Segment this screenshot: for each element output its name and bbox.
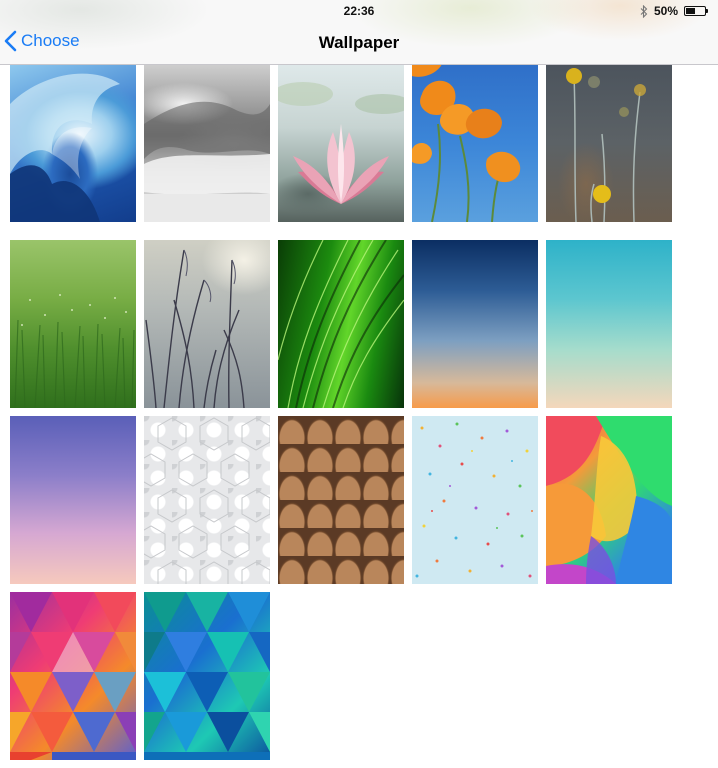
wallpaper-blue-wave[interactable] — [10, 64, 136, 222]
wallpaper-gray-wave[interactable] — [144, 64, 270, 222]
wallpaper-warm-triangles[interactable] — [10, 592, 136, 760]
battery-percentage: 50% — [653, 4, 678, 18]
wallpaper-yellow-flower-stems[interactable] — [546, 64, 672, 222]
wallpaper-pink-lotus[interactable] — [278, 64, 404, 222]
wallpaper-grid — [10, 64, 672, 760]
wallpaper-white-hexagons[interactable] — [144, 416, 270, 584]
wallpaper-reeds[interactable] — [144, 240, 270, 408]
screen: Choose Wallpaper 22:36 50% — [0, 0, 718, 768]
page-title: Wallpaper — [318, 33, 400, 52]
bluetooth-icon — [640, 4, 648, 18]
wallpaper-purple-pink-gradient[interactable] — [10, 416, 136, 584]
wallpaper-wood-shingles[interactable] — [278, 416, 404, 584]
status-bar: 22:36 50% — [0, 0, 718, 22]
wallpaper-green-grass[interactable] — [10, 240, 136, 408]
status-right: 50% — [640, 4, 708, 18]
wallpaper-colorful-shapes[interactable] — [546, 416, 672, 584]
status-time: 22:36 — [343, 4, 375, 18]
wallpaper-cool-triangles[interactable] — [144, 592, 270, 760]
wallpaper-teal-peach-gradient[interactable] — [546, 240, 672, 408]
battery-icon — [684, 6, 708, 16]
wallpaper-confetti-dots[interactable] — [412, 416, 538, 584]
wallpaper-blue-orange-gradient[interactable] — [412, 240, 538, 408]
wallpaper-green-leaf[interactable] — [278, 240, 404, 408]
battery-level — [686, 8, 695, 14]
wallpaper-orange-poppies[interactable] — [412, 64, 538, 222]
